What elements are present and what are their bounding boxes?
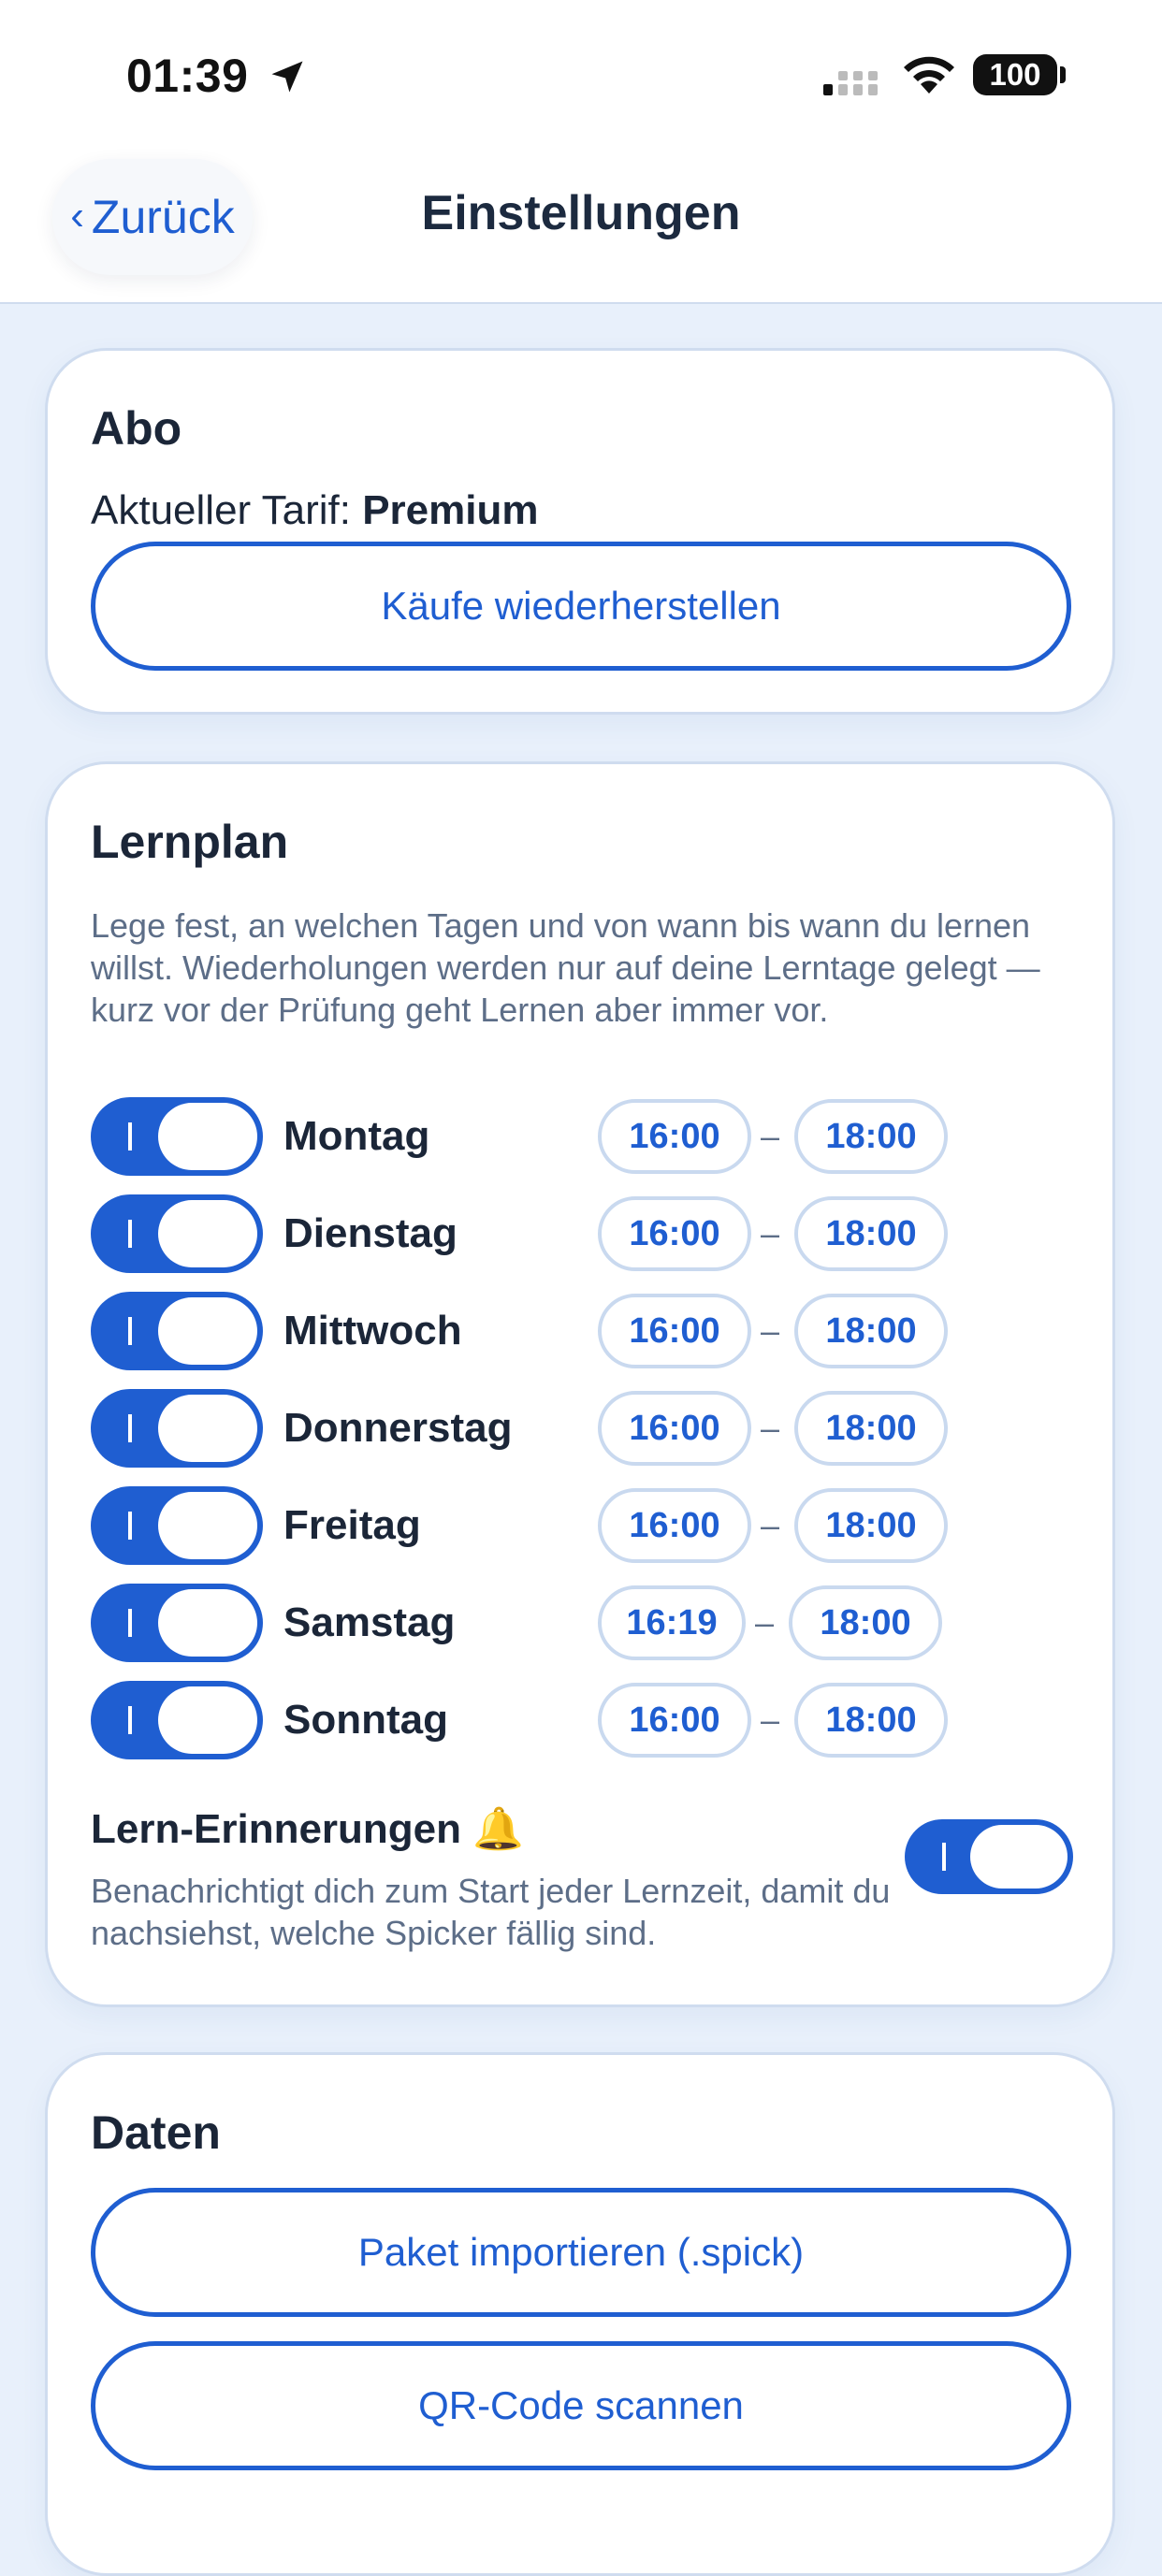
navigation-bar: 01:39 100 ‹ Zurück Einstellungen [0, 0, 1162, 304]
day-label: Freitag [283, 1502, 421, 1548]
day-row-donnerstag: Donnerstag 16:00 – 18:00 [91, 1389, 1073, 1468]
day-row-sonntag: Sonntag 16:00 – 18:00 [91, 1681, 1073, 1759]
day-label: Donnerstag [283, 1405, 513, 1451]
end-time-dienstag[interactable]: 18:00 [794, 1196, 948, 1271]
lernplan-title: Lernplan [91, 816, 289, 868]
day-row-samstag: Samstag 16:19 – 18:00 [91, 1584, 1073, 1662]
tariff-line: Aktueller Tarif: Premium [91, 487, 539, 534]
end-time-freitag[interactable]: 18:00 [794, 1488, 948, 1563]
abo-card: Abo Aktueller Tarif: Premium Käufe wiede… [45, 348, 1115, 715]
daten-title: Daten [91, 2106, 221, 2159]
start-time-montag[interactable]: 16:00 [598, 1099, 751, 1174]
reminders-label: Lern-Erinnerungen [91, 1806, 462, 1852]
scan-qr-code-button[interactable]: QR-Code scannen [91, 2341, 1071, 2470]
restore-purchases-button[interactable]: Käufe wiederherstellen [91, 542, 1071, 671]
reminders-toggle[interactable] [905, 1819, 1073, 1894]
cellular-signal-icon [823, 71, 878, 95]
lernplan-description: Lege fest, an welchen Tagen und von wann… [91, 906, 1040, 1029]
time-separator: – [761, 1214, 780, 1252]
day-row-dienstag: Dienstag 16:00 – 18:00 [91, 1194, 1073, 1273]
day-label: Mittwoch [283, 1308, 462, 1353]
battery-icon: 100 [973, 54, 1057, 95]
toggle-mittwoch[interactable] [91, 1292, 263, 1370]
lernplan-card: Lernplan Lege fest, an welchen Tagen und… [45, 761, 1115, 2007]
start-time-sonntag[interactable]: 16:00 [598, 1683, 751, 1758]
day-label: Dienstag [283, 1210, 458, 1256]
day-label: Samstag [283, 1599, 456, 1645]
time-separator: – [761, 1506, 780, 1544]
import-package-button[interactable]: Paket importieren (.spick) [91, 2188, 1071, 2317]
abo-title: Abo [91, 402, 182, 455]
end-time-donnerstag[interactable]: 18:00 [794, 1391, 948, 1466]
end-time-samstag[interactable]: 18:00 [789, 1585, 942, 1660]
toggle-dienstag[interactable] [91, 1194, 263, 1273]
toggle-donnerstag[interactable] [91, 1389, 263, 1468]
end-time-montag[interactable]: 18:00 [794, 1099, 948, 1174]
daten-card: Daten Paket importieren (.spick) QR-Code… [45, 2052, 1115, 2576]
battery-nub [1060, 66, 1066, 83]
start-time-donnerstag[interactable]: 16:00 [598, 1391, 751, 1466]
start-time-samstag[interactable]: 16:19 [598, 1585, 746, 1660]
time-separator: – [761, 1117, 780, 1155]
status-bar: 01:39 100 [0, 0, 1162, 150]
day-label: Montag [283, 1113, 430, 1159]
wifi-icon [904, 56, 954, 94]
toggle-sonntag[interactable] [91, 1681, 263, 1759]
tariff-value: Premium [362, 487, 539, 533]
start-time-mittwoch[interactable]: 16:00 [598, 1294, 751, 1368]
location-arrow-icon [271, 61, 303, 93]
day-label: Sonntag [283, 1697, 448, 1743]
time-separator: – [755, 1603, 775, 1642]
day-row-montag: Montag 16:00 – 18:00 [91, 1097, 1073, 1176]
status-time: 01:39 [126, 50, 249, 102]
toggle-samstag[interactable] [91, 1584, 263, 1662]
page-title: Einstellungen [421, 186, 741, 240]
reminders-description: Benachrichtigt dich zum Start jeder Lern… [91, 1872, 891, 1952]
tariff-label: Aktueller Tarif: [91, 487, 351, 533]
day-row-mittwoch: Mittwoch 16:00 – 18:00 [91, 1292, 1073, 1370]
start-time-freitag[interactable]: 16:00 [598, 1488, 751, 1563]
end-time-sonntag[interactable]: 18:00 [794, 1683, 948, 1758]
toggle-montag[interactable] [91, 1097, 263, 1176]
bell-icon: 🔔 [472, 1806, 525, 1852]
reminders-title: Lern-Erinnerungen 🔔 [91, 1804, 524, 1853]
start-time-dienstag[interactable]: 16:00 [598, 1196, 751, 1271]
day-row-freitag: Freitag 16:00 – 18:00 [91, 1486, 1073, 1565]
toggle-freitag[interactable] [91, 1486, 263, 1565]
end-time-mittwoch[interactable]: 18:00 [794, 1294, 948, 1368]
time-separator: – [761, 1311, 780, 1350]
time-separator: – [761, 1409, 780, 1447]
time-separator: – [761, 1700, 780, 1739]
